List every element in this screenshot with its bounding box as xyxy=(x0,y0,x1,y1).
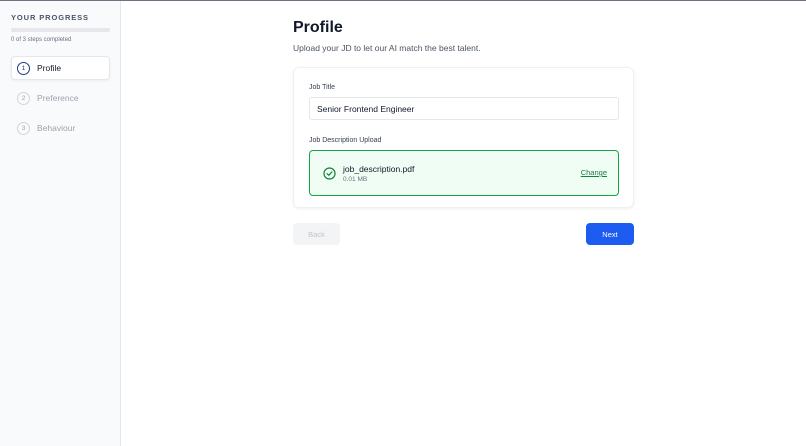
step-number: 2 xyxy=(17,91,30,105)
upload-label: Job Description Upload xyxy=(309,137,382,144)
progress-text: 0 of 3 steps completed xyxy=(11,37,72,43)
step-label: Behaviour xyxy=(37,123,76,133)
job-title-input[interactable]: Senior Frontend Engineer xyxy=(309,97,619,120)
step-profile[interactable]: 1 Profile xyxy=(11,56,110,80)
change-file-link[interactable]: Change xyxy=(581,168,607,177)
page-title: Profile xyxy=(293,19,343,36)
step-label: Preference xyxy=(37,93,79,103)
file-name: job_description.pdf xyxy=(343,163,415,174)
back-button[interactable]: Back xyxy=(293,223,340,245)
check-circle-icon xyxy=(323,166,336,180)
progress-heading: YOUR PROGRESS xyxy=(11,13,89,22)
step-number: 1 xyxy=(17,61,30,75)
step-label: Profile xyxy=(37,63,62,73)
file-upload-box[interactable]: job_description.pdf 0.01 MB Change xyxy=(309,150,619,196)
next-button[interactable]: Next xyxy=(586,223,634,245)
step-behaviour[interactable]: 3 Behaviour xyxy=(11,116,110,140)
job-title-label: Job Title xyxy=(309,84,336,91)
step-preference[interactable]: 2 Preference xyxy=(11,86,110,110)
file-info: job_description.pdf 0.01 MB xyxy=(343,164,414,183)
progress-bar xyxy=(11,28,110,32)
main-content: Profile Upload your JD to let our AI mat… xyxy=(293,19,634,245)
profile-card: Job Title Senior Frontend Engineer Job D… xyxy=(293,67,634,208)
step-number: 3 xyxy=(17,121,30,135)
step-list: 1 Profile 2 Preference 3 Behaviour xyxy=(11,56,110,140)
page-subtitle: Upload your JD to let our AI match the b… xyxy=(293,43,481,53)
file-size: 0.01 MB xyxy=(343,175,368,183)
sidebar: YOUR PROGRESS 0 of 3 steps completed 1 P… xyxy=(0,1,121,446)
